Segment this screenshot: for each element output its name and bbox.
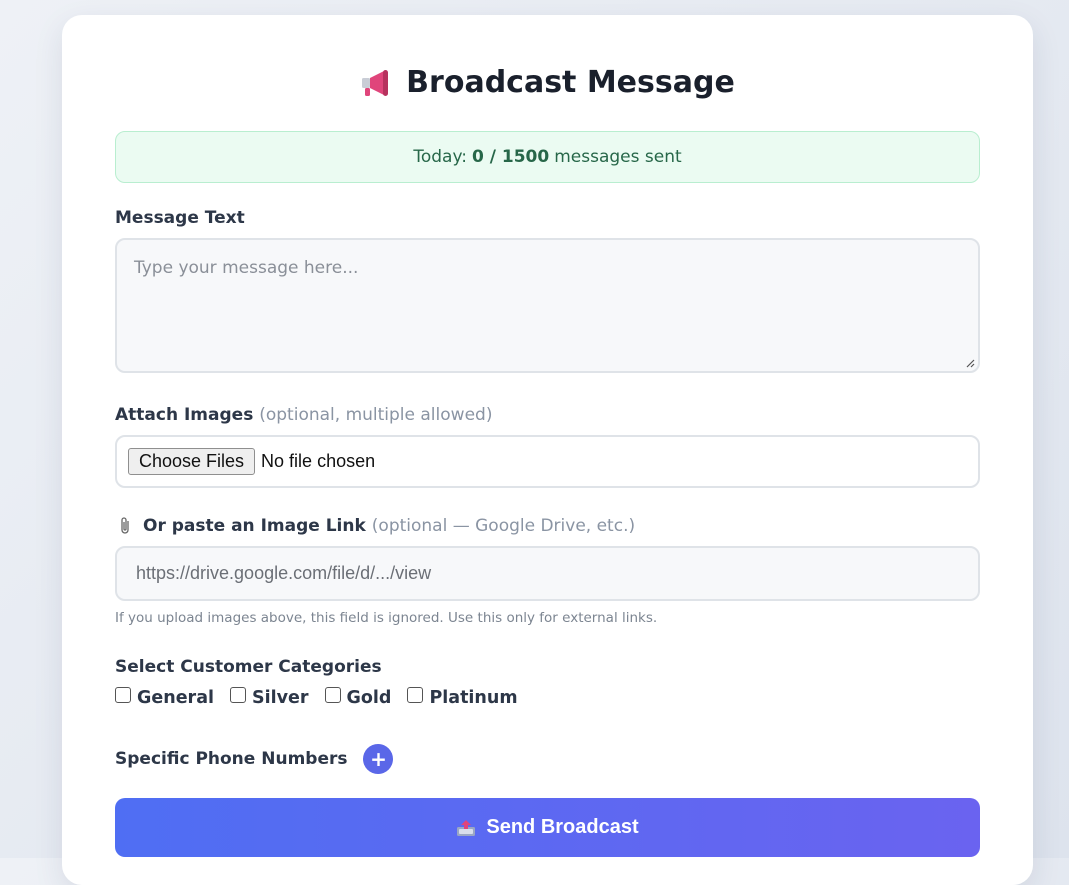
attach-images-label-text: Attach Images (115, 405, 254, 425)
category-checkboxes: General Silver Gold Platinum (115, 687, 518, 708)
category-general[interactable]: General (115, 687, 214, 708)
attach-images-note: (optional, multiple allowed) (259, 405, 493, 425)
category-silver-label: Silver (252, 688, 309, 708)
category-platinum-label: Platinum (429, 688, 518, 708)
add-phone-button[interactable]: + (363, 744, 394, 774)
page-title-text: Broadcast Message (406, 65, 735, 100)
checkbox-general[interactable] (115, 687, 131, 703)
choose-files-button[interactable]: Choose Files (128, 448, 256, 475)
category-platinum[interactable]: Platinum (407, 687, 518, 708)
category-silver[interactable]: Silver (230, 687, 309, 708)
broadcast-card: Broadcast Message Today: 0 / 1500 messag… (62, 15, 1033, 885)
phone-numbers-label: Specific Phone Numbers (115, 749, 348, 769)
categories-label: Select Customer Categories (115, 657, 382, 677)
stats-prefix: Today: (413, 147, 468, 167)
attach-images-label: Attach Images (optional, multiple allowe… (115, 405, 492, 425)
phone-numbers-row: Specific Phone Numbers + (115, 744, 394, 774)
checkbox-silver[interactable] (230, 687, 246, 703)
category-gold-label: Gold (346, 688, 392, 708)
image-link-label-text: Or paste an Image Link (143, 516, 366, 536)
daily-stats-banner: Today: 0 / 1500 messages sent (115, 131, 980, 183)
checkbox-gold[interactable] (324, 687, 341, 703)
image-link-input[interactable]: https://drive.google.com/file/d/.../view (115, 546, 980, 601)
image-file-input[interactable]: Choose Files No file chosen (115, 435, 980, 488)
category-gold[interactable]: Gold (324, 687, 392, 708)
message-textarea[interactable]: Type your message here... (115, 238, 980, 373)
file-status: No file chosen (261, 451, 376, 471)
send-broadcast-button[interactable]: Send Broadcast (115, 798, 980, 857)
megaphone-icon (362, 69, 389, 96)
stats-count: 0 / 1500 (472, 147, 550, 167)
resize-grip-icon[interactable] (965, 358, 975, 368)
outbox-tray-icon (457, 819, 476, 836)
message-placeholder: Type your message here... (134, 258, 359, 278)
paperclip-icon (121, 517, 129, 534)
image-link-placeholder: https://drive.google.com/file/d/.../view (136, 563, 432, 583)
stats-suffix: messages sent (554, 147, 682, 167)
page-title: Broadcast Message (115, 65, 980, 100)
image-link-hint: If you upload images above, this field i… (115, 610, 658, 626)
image-link-note: (optional — Google Drive, etc.) (371, 516, 636, 536)
message-label: Message Text (115, 208, 245, 228)
checkbox-platinum[interactable] (407, 687, 424, 703)
image-link-label: Or paste an Image Link (optional — Googl… (115, 516, 635, 536)
send-broadcast-label: Send Broadcast (486, 816, 639, 838)
category-general-label: General (137, 688, 214, 708)
